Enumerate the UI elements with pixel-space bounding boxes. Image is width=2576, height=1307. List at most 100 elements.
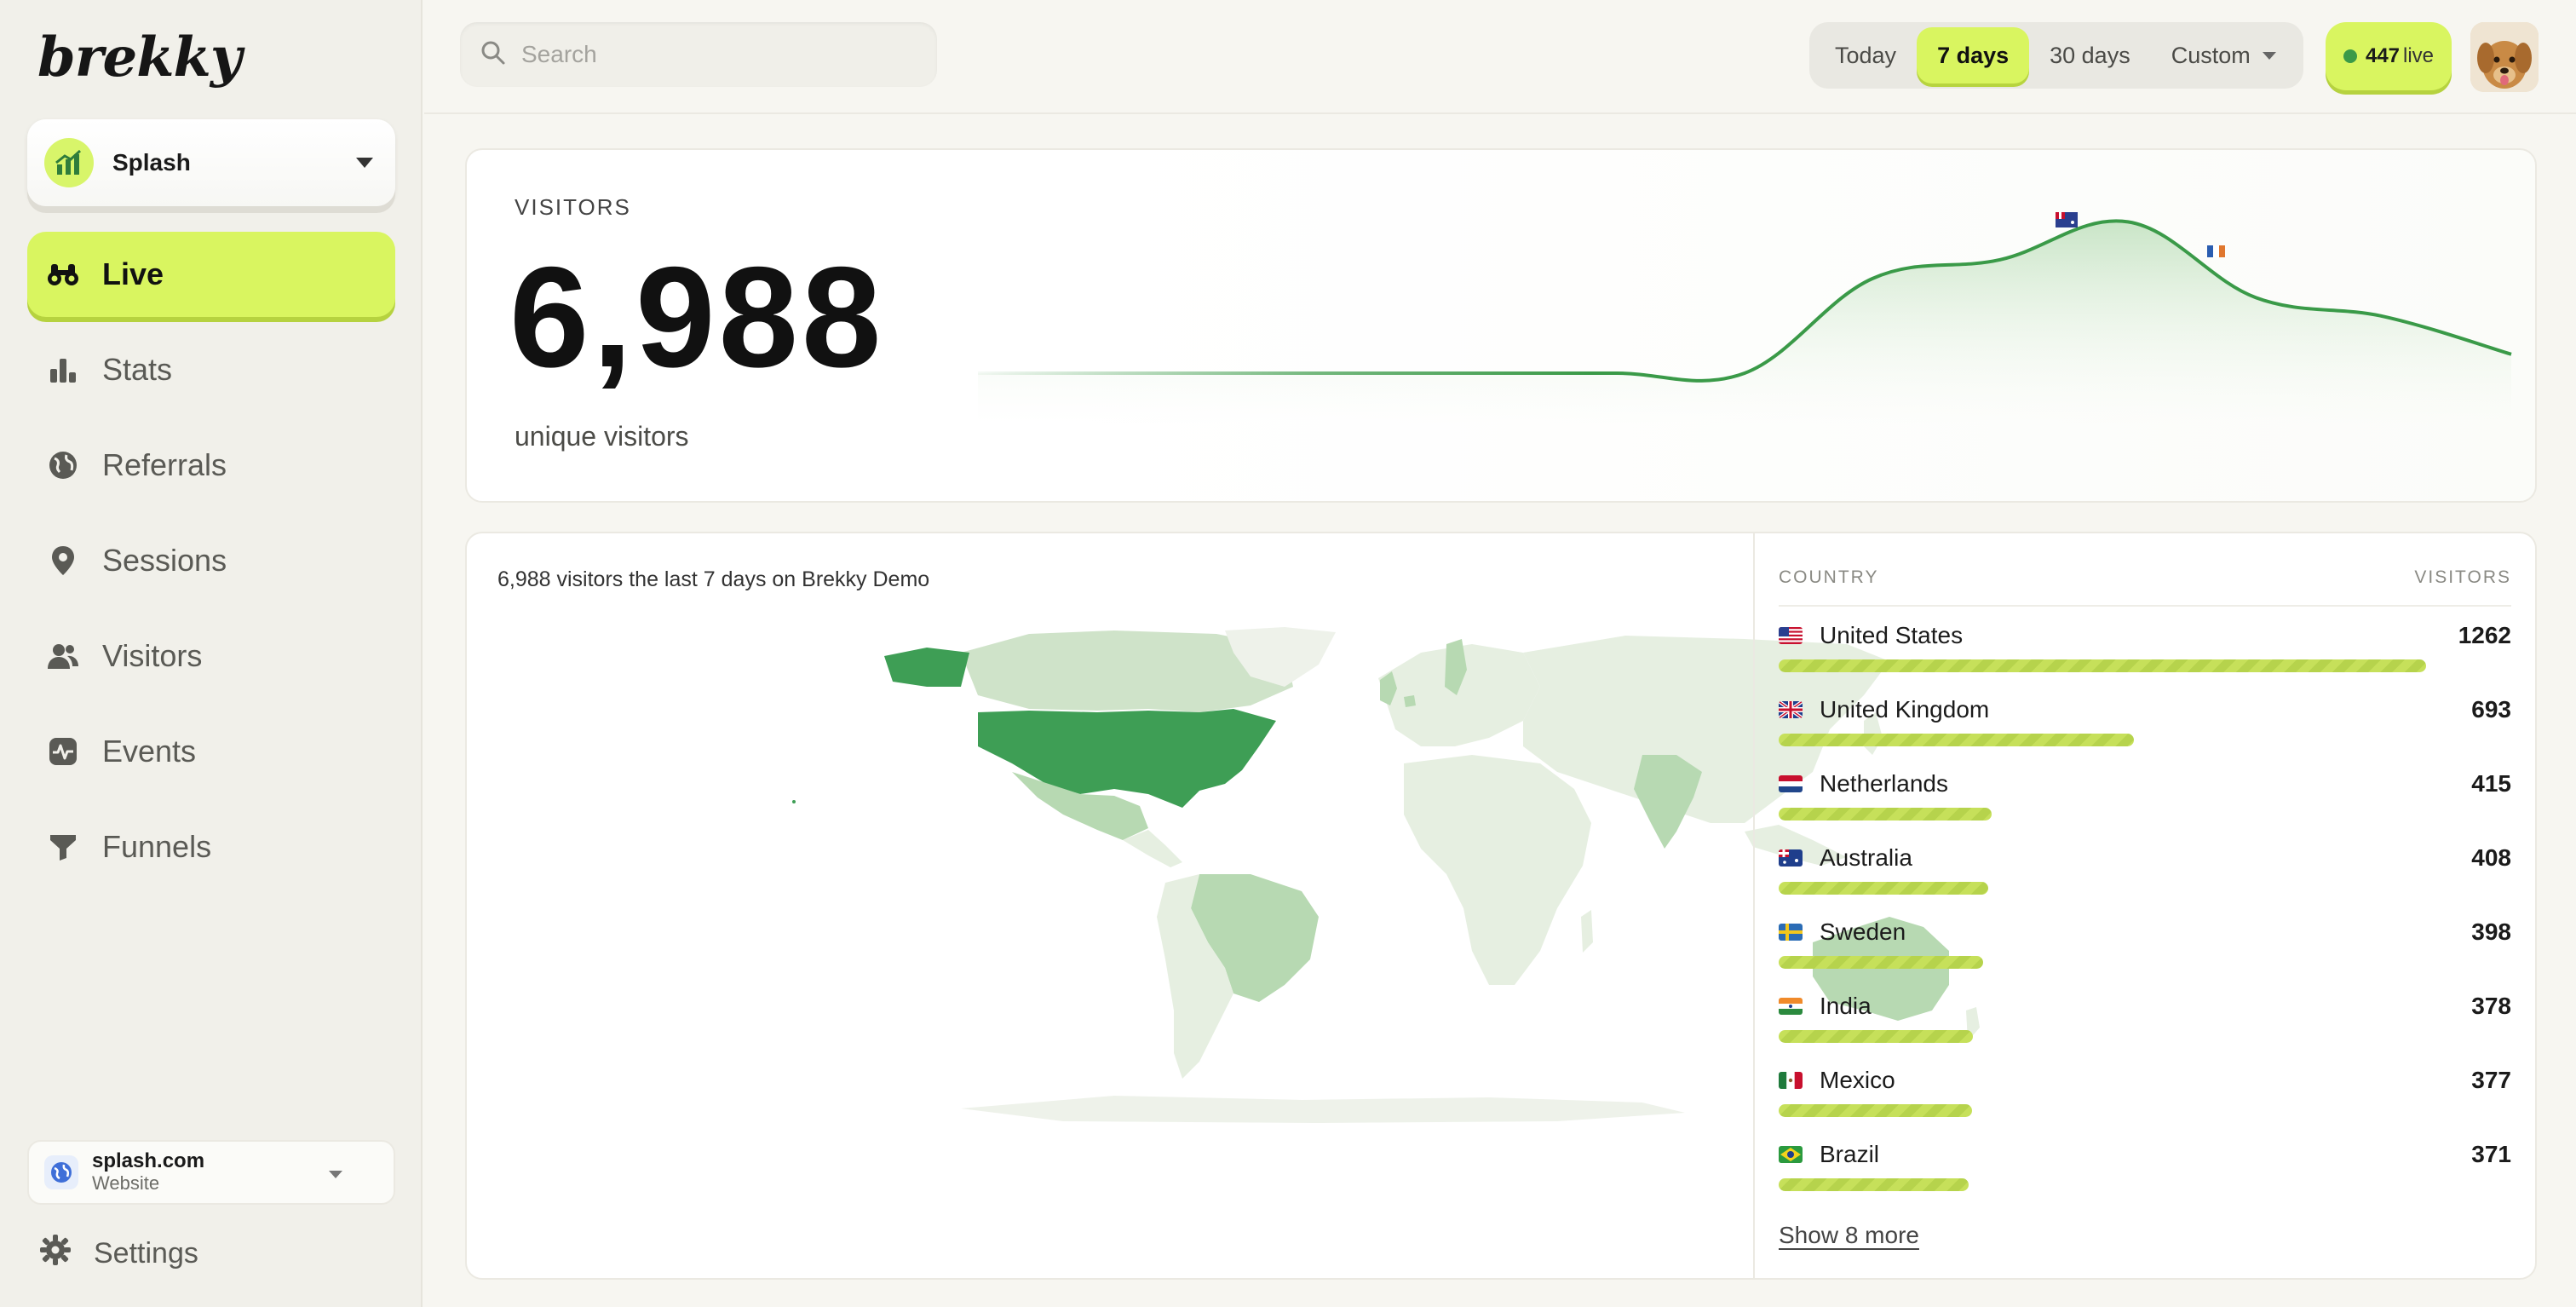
search-icon bbox=[480, 40, 506, 70]
nav-item-referrals[interactable]: Referrals bbox=[27, 423, 395, 508]
trend-area bbox=[978, 221, 2511, 424]
card-divider bbox=[1753, 533, 1755, 1278]
map-region-united-states[interactable] bbox=[978, 709, 1276, 808]
website-type: Website bbox=[92, 1172, 160, 1194]
nav-label: Events bbox=[102, 734, 197, 769]
nav-label: Funnels bbox=[102, 829, 212, 864]
country-name: Australia bbox=[1820, 844, 1912, 871]
country-bar-track bbox=[1779, 1178, 2426, 1191]
activity-icon bbox=[46, 734, 80, 769]
country-row[interactable]: Mexico 377 bbox=[1779, 1051, 2511, 1126]
country-bar-track bbox=[1779, 882, 2426, 895]
country-bar bbox=[1779, 808, 1992, 820]
gb-flag-icon bbox=[1779, 701, 1803, 718]
country-bar bbox=[1779, 956, 1983, 969]
visitors-label: VISITORS bbox=[515, 194, 631, 220]
country-visitors: 415 bbox=[2471, 770, 2511, 797]
nav-item-funnels[interactable]: Funnels bbox=[27, 804, 395, 890]
countries-table: COUNTRY VISITORS United States 1262 United… bbox=[1779, 559, 2511, 1200]
range-today[interactable]: Today bbox=[1814, 27, 1917, 83]
country-visitors: 377 bbox=[2471, 1067, 2511, 1093]
country-name: Mexico bbox=[1820, 1067, 1895, 1093]
chevron-down-icon bbox=[356, 158, 373, 168]
country-row[interactable]: Australia 408 bbox=[1779, 829, 2511, 903]
country-name: Netherlands bbox=[1820, 770, 1948, 797]
country-bar-track bbox=[1779, 956, 2426, 969]
country-visitors: 1262 bbox=[2458, 622, 2511, 648]
visitors-summary-card: VISITORS 6,988 unique visitors bbox=[465, 148, 2537, 503]
show-more-link[interactable]: Show 8 more bbox=[1779, 1222, 1919, 1249]
map-region-alaska[interactable] bbox=[884, 648, 969, 687]
map-region-hawaii[interactable] bbox=[792, 800, 796, 803]
country-name: Brazil bbox=[1820, 1141, 1880, 1167]
au-flag-icon bbox=[1779, 849, 1803, 867]
country-row[interactable]: Netherlands 415 bbox=[1779, 755, 2511, 829]
country-row[interactable]: Brazil 371 bbox=[1779, 1126, 2511, 1200]
website-favicon-icon bbox=[44, 1155, 78, 1189]
nav-label: Live bbox=[102, 256, 164, 291]
header-visitors: VISITORS bbox=[2414, 567, 2511, 587]
country-row[interactable]: Sweden 398 bbox=[1779, 903, 2511, 977]
country-visitors: 398 bbox=[2471, 918, 2511, 945]
website-domain: splash.com bbox=[92, 1149, 205, 1172]
country-bar bbox=[1779, 734, 2135, 746]
us-flag-icon bbox=[1779, 627, 1803, 644]
country-bar bbox=[1779, 659, 2426, 672]
nav-item-live[interactable]: Live bbox=[27, 232, 395, 317]
website-selector[interactable]: splash.com Website bbox=[27, 1140, 395, 1205]
sidebar: brekky Splash Live Stats Referrals Sessi… bbox=[0, 0, 423, 1307]
in-flag-icon bbox=[1779, 998, 1803, 1015]
country-bar bbox=[1779, 1030, 1973, 1043]
date-range-selector: Today 7 days 30 days Custom bbox=[1809, 22, 2303, 89]
map-title: 6,988 visitors the last 7 days on Brekky… bbox=[497, 567, 930, 591]
country-name: United Kingdom bbox=[1820, 696, 1990, 723]
dog-avatar-icon bbox=[2470, 22, 2539, 92]
brekky-logo[interactable]: brekky bbox=[37, 26, 242, 89]
site-switcher-name: Splash bbox=[112, 149, 191, 176]
top-bar: Today 7 days 30 days Custom 447 live bbox=[424, 0, 2576, 114]
countries-table-header: COUNTRY VISITORS bbox=[1779, 559, 2511, 607]
nav-item-visitors[interactable]: Visitors bbox=[27, 613, 395, 699]
map-region-madagascar[interactable] bbox=[1581, 910, 1593, 953]
range-30-days[interactable]: 30 days bbox=[2029, 27, 2151, 83]
country-bar-track bbox=[1779, 808, 2426, 820]
nav-item-sessions[interactable]: Sessions bbox=[27, 518, 395, 603]
range-custom-label: Custom bbox=[2171, 42, 2251, 68]
search-box[interactable] bbox=[460, 22, 937, 87]
br-flag-icon bbox=[1779, 1146, 1803, 1163]
map-region-antarctica[interactable] bbox=[961, 1096, 1685, 1123]
country-bar bbox=[1779, 882, 1988, 895]
main-nav: Live Stats Referrals Sessions Visitors E… bbox=[27, 232, 395, 900]
range-7-days[interactable]: 7 days bbox=[1917, 27, 2030, 83]
funnel-icon bbox=[46, 830, 80, 864]
live-suffix: live bbox=[2403, 44, 2435, 67]
header-country: COUNTRY bbox=[1779, 567, 1879, 587]
live-count: 447 bbox=[2365, 44, 2401, 67]
visitors-subtitle: unique visitors bbox=[515, 421, 689, 452]
mx-flag-icon bbox=[1779, 1072, 1803, 1089]
site-switcher[interactable]: Splash bbox=[27, 119, 395, 206]
nav-label: Stats bbox=[102, 352, 173, 387]
france-flag-marker bbox=[2207, 245, 2225, 257]
chevron-down-icon bbox=[329, 1171, 342, 1178]
country-row[interactable]: United Kingdom 693 bbox=[1779, 681, 2511, 755]
nav-label: Visitors bbox=[102, 638, 203, 673]
live-visitors-badge[interactable]: 447 live bbox=[2326, 22, 2452, 90]
range-custom[interactable]: Custom bbox=[2151, 27, 2297, 83]
nav-item-stats[interactable]: Stats bbox=[27, 327, 395, 412]
live-dot-icon bbox=[2343, 49, 2357, 63]
country-bar-track bbox=[1779, 659, 2426, 672]
map-region-netherlands[interactable] bbox=[1404, 695, 1416, 707]
visitors-total: 6,988 bbox=[509, 237, 885, 397]
user-avatar[interactable] bbox=[2470, 22, 2539, 92]
country-visitors: 408 bbox=[2471, 844, 2511, 871]
globe-icon bbox=[46, 448, 80, 482]
country-row[interactable]: India 378 bbox=[1779, 977, 2511, 1051]
settings-button[interactable]: Settings bbox=[39, 1234, 198, 1274]
nav-item-events[interactable]: Events bbox=[27, 709, 395, 794]
country-visitors: 693 bbox=[2471, 696, 2511, 723]
map-region-africa[interactable] bbox=[1404, 755, 1591, 985]
search-input[interactable] bbox=[521, 41, 913, 68]
country-row[interactable]: United States 1262 bbox=[1779, 607, 2511, 681]
country-bar-track bbox=[1779, 1104, 2426, 1117]
